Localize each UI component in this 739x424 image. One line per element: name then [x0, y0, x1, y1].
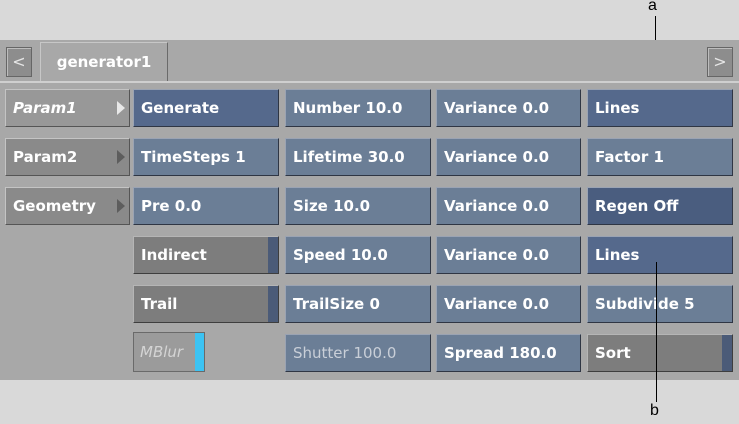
tab-generator1[interactable]: generator1	[40, 42, 168, 82]
trail-toggle[interactable]: Trail	[133, 285, 279, 323]
tab-prev-button[interactable]: <	[6, 47, 32, 77]
subdivide-field[interactable]: Subdivide 5	[587, 285, 733, 323]
shutter-field: Shutter 100.0	[285, 334, 431, 372]
trail-label: Trail	[141, 295, 178, 313]
sidebar-item-param1[interactable]: Param1	[5, 89, 130, 127]
toggle-indicator	[268, 286, 278, 322]
indirect-label: Indirect	[141, 246, 207, 264]
lines-dropdown-a[interactable]: Lines	[587, 89, 733, 127]
speed-field[interactable]: Speed 10.0	[285, 236, 431, 274]
callout-label-a: a	[648, 0, 657, 14]
toggle-indicator	[195, 333, 204, 371]
callout-label-b: b	[650, 402, 659, 419]
regen-dropdown[interactable]: Regen Off	[587, 187, 733, 225]
size-variance-field[interactable]: Variance 0.0	[436, 187, 581, 225]
toggle-indicator	[722, 335, 732, 371]
number-variance-field[interactable]: Variance 0.0	[436, 89, 581, 127]
tab-next-button[interactable]: >	[707, 47, 733, 77]
trailsize-field[interactable]: TrailSize 0	[285, 285, 431, 323]
sidebar-item-label: Param1	[13, 99, 77, 117]
sidebar-item-param2[interactable]: Param2	[5, 138, 130, 176]
generate-button[interactable]: Generate	[133, 89, 279, 127]
size-field[interactable]: Size 10.0	[285, 187, 431, 225]
tab-strip: < generator1 >	[0, 40, 739, 83]
triangle-right-icon	[117, 150, 125, 164]
trailsize-variance-field[interactable]: Variance 0.0	[436, 285, 581, 323]
timesteps-field[interactable]: TimeSteps 1	[133, 138, 279, 176]
mblur-label: MBlur	[140, 343, 184, 361]
lines-dropdown-b[interactable]: Lines	[587, 236, 733, 274]
mblur-toggle[interactable]: MBlur	[133, 332, 205, 372]
callout-line-b	[656, 262, 657, 402]
sidebar-item-label: Param2	[13, 148, 78, 166]
lifetime-variance-field[interactable]: Variance 0.0	[436, 138, 581, 176]
number-field[interactable]: Number 10.0	[285, 89, 431, 127]
sidebar-item-geometry[interactable]: Geometry	[5, 187, 130, 225]
triangle-right-icon	[117, 199, 125, 213]
pre-field[interactable]: Pre 0.0	[133, 187, 279, 225]
sidebar-item-label: Geometry	[13, 197, 96, 215]
sort-label: Sort	[595, 344, 631, 362]
factor-field[interactable]: Factor 1	[587, 138, 733, 176]
tab-divider	[0, 81, 739, 83]
lifetime-field[interactable]: Lifetime 30.0	[285, 138, 431, 176]
triangle-right-icon	[117, 101, 125, 115]
spread-field[interactable]: Spread 180.0	[436, 334, 581, 372]
toggle-indicator	[268, 237, 278, 273]
speed-variance-field[interactable]: Variance 0.0	[436, 236, 581, 274]
sort-toggle[interactable]: Sort	[587, 334, 733, 372]
indirect-toggle[interactable]: Indirect	[133, 236, 279, 274]
